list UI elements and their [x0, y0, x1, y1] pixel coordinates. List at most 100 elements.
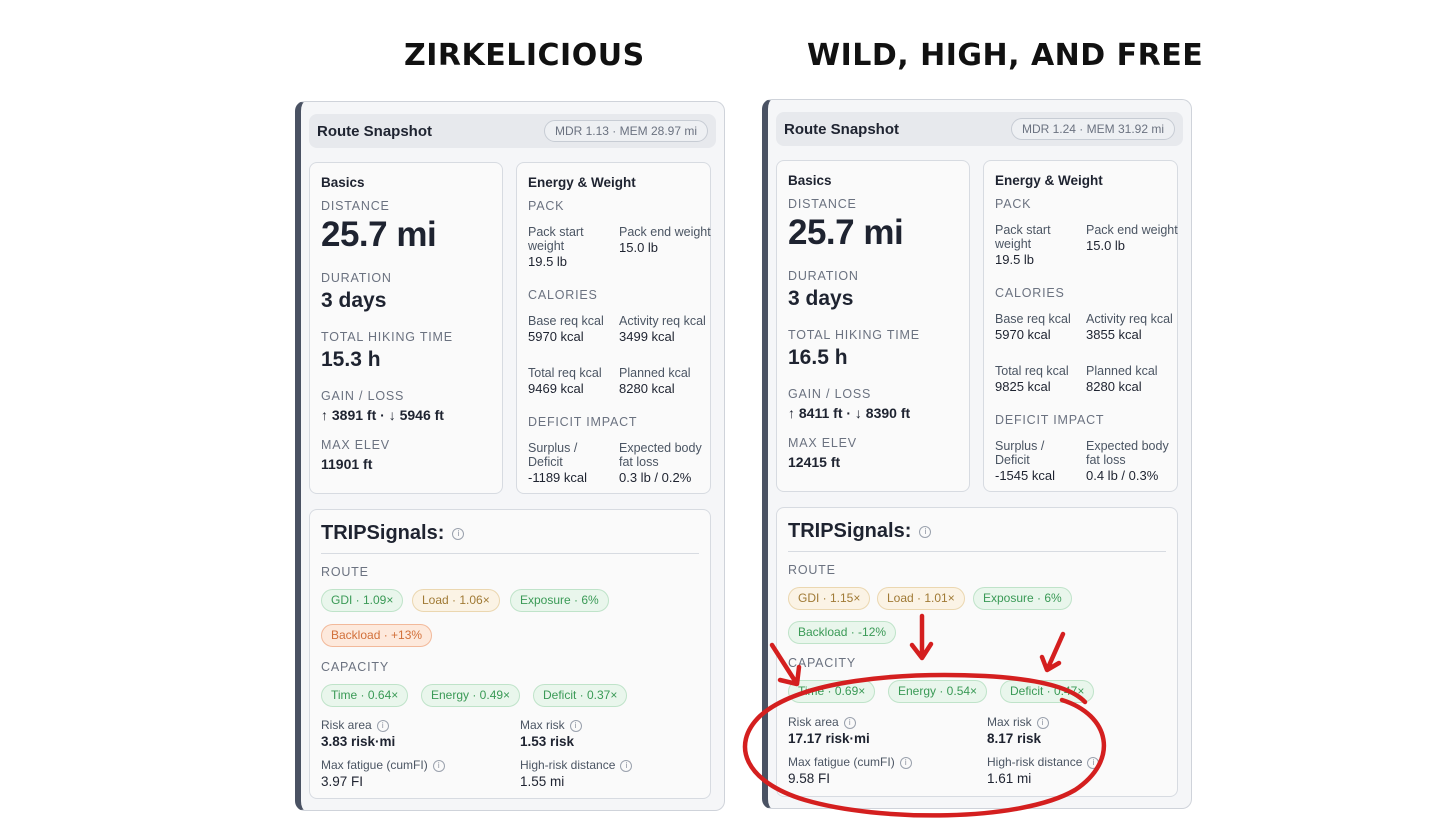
pack-start-item: Pack start weight 19.5 lb — [995, 223, 1087, 267]
fat-loss-label: Expected body fat loss — [619, 441, 702, 469]
max-risk-value: 1.53 risk — [520, 734, 575, 749]
pack-label: PACK — [528, 199, 565, 213]
info-icon[interactable]: i — [843, 717, 856, 729]
red-annotation-overlay — [742, 613, 1107, 818]
pack-end-item: Pack end weight 15.0 lb — [1086, 223, 1178, 253]
snapshot-title: Route Snapshot — [784, 121, 899, 138]
fat-loss-item: Expected body fat loss 0.3 lb / 0.2% — [619, 441, 711, 485]
max-elev-label: MAX ELEV — [788, 436, 857, 450]
chip-load: Load · 1.01× — [877, 587, 965, 610]
total-req-item: Total req kcal 9469 kcal — [528, 366, 620, 396]
info-icon[interactable]: i — [569, 720, 582, 732]
total-req-item: Total req kcal 9825 kcal — [995, 364, 1087, 394]
chip-exposure: Exposure · 6% — [510, 589, 609, 612]
info-icon[interactable]: i — [1036, 717, 1049, 729]
surplus-item: Surplus / Deficit -1545 kcal — [995, 439, 1075, 483]
mdr-mem-badge: MDR 1.24 · MEM 31.92 mi — [1010, 118, 1175, 140]
capacity-label: CAPACITY — [321, 660, 389, 674]
hiking-time-value: 15.3 h — [321, 348, 381, 371]
gain-loss-label: GAIN / LOSS — [788, 387, 872, 401]
fat-loss-value: 0.4 lb / 0.3% — [1086, 468, 1159, 483]
base-req-value: 5970 kcal — [528, 329, 584, 344]
total-req-value: 9469 kcal — [528, 381, 584, 396]
chip-deficit: Deficit · 0.47× — [1000, 680, 1095, 703]
chip-energy: Energy · 0.54× — [888, 680, 988, 703]
base-req-item: Base req kcal 5970 kcal — [528, 314, 620, 344]
fat-loss-label: Expected body fat loss — [1086, 439, 1169, 467]
max-fatigue-label: Max fatigue (cumFI) — [788, 755, 895, 769]
planned-item: Planned kcal 8280 kcal — [619, 366, 711, 396]
chip-gdi: GDI · 1.09× — [321, 589, 404, 612]
high-risk-value: 1.61 mi — [987, 771, 1032, 786]
tripsignals-title-text: TRIPSignals: — [321, 522, 445, 544]
divider — [321, 553, 699, 554]
risk-area-label: Risk area — [788, 715, 839, 729]
planned-value: 8280 kcal — [1086, 379, 1142, 394]
energy-title: Energy & Weight — [528, 175, 636, 190]
basics-title: Basics — [321, 175, 365, 190]
route-label: ROUTE — [788, 563, 836, 577]
info-icon[interactable]: i — [919, 526, 932, 538]
info-icon[interactable]: i — [376, 720, 389, 732]
calories-label: CALORIES — [995, 286, 1065, 300]
max-fatigue-value: 3.97 FI — [321, 774, 364, 789]
chip-load: Load · 1.06× — [412, 589, 500, 612]
pack-start-item: Pack start weight 19.5 lb — [528, 225, 620, 269]
max-fatigue-value: 9.58 FI — [788, 771, 831, 786]
risk-area-stat: Risk area i 3.83 risk·mi — [321, 718, 395, 749]
info-icon[interactable]: i — [452, 528, 465, 540]
surplus-label: Surplus / Deficit — [995, 439, 1045, 467]
fat-loss-item: Expected body fat loss 0.4 lb / 0.3% — [1086, 439, 1178, 483]
chip-time: Time · 0.69× — [788, 680, 876, 703]
capacity-label: CAPACITY — [788, 656, 856, 670]
total-req-label: Total req kcal — [995, 364, 1069, 378]
activity-req-value: 3499 kcal — [619, 329, 675, 344]
activity-req-label: Activity req kcal — [619, 314, 706, 328]
activity-req-label: Activity req kcal — [1086, 312, 1173, 326]
max-elev-label: MAX ELEV — [321, 438, 390, 452]
chip-gdi: GDI · 1.15× — [788, 587, 871, 610]
risk-area-value: 3.83 risk·mi — [321, 734, 396, 749]
total-req-value: 9825 kcal — [995, 379, 1051, 394]
pack-start-label: Pack start weight — [528, 225, 584, 253]
basics-card: Basics DISTANCE 25.7 mi DURATION 3 days … — [309, 162, 503, 494]
deficit-impact-label: DEFICIT IMPACT — [995, 413, 1105, 427]
calories-label: CALORIES — [528, 288, 598, 302]
pack-end-label: Pack end weight — [619, 225, 711, 239]
divider — [788, 551, 1166, 552]
activity-req-item: Activity req kcal 3855 kcal — [1086, 312, 1178, 342]
duration-value: 3 days — [321, 289, 387, 312]
info-icon[interactable]: i — [899, 757, 912, 769]
high-risk-label: High-risk distance — [520, 758, 616, 772]
chip-deficit: Deficit · 0.37× — [533, 684, 628, 707]
total-req-label: Total req kcal — [528, 366, 602, 380]
chip-time: Time · 0.64× — [321, 684, 409, 707]
max-risk-label: Max risk — [987, 715, 1032, 729]
info-icon[interactable]: i — [620, 760, 633, 772]
base-req-item: Base req kcal 5970 kcal — [995, 312, 1087, 342]
max-risk-stat: Max risk i 8.17 risk — [987, 715, 1049, 746]
distance-label: DISTANCE — [788, 197, 857, 211]
pack-start-label: Pack start weight — [995, 223, 1051, 251]
risk-area-value: 17.17 risk·mi — [788, 731, 870, 746]
risk-area-label: Risk area — [321, 718, 372, 732]
activity-req-item: Activity req kcal 3499 kcal — [619, 314, 711, 344]
planned-item: Planned kcal 8280 kcal — [1086, 364, 1178, 394]
distance-value: 25.7 mi — [788, 213, 904, 252]
max-fatigue-stat: Max fatigue (cumFI) i 3.97 FI — [321, 758, 445, 789]
mdr-mem-badge: MDR 1.13 · MEM 28.97 mi — [543, 120, 708, 142]
tripsignals-title-text: TRIPSignals: — [788, 520, 912, 542]
surplus-label: Surplus / Deficit — [528, 441, 578, 469]
info-icon[interactable]: i — [432, 760, 445, 772]
duration-label: DURATION — [321, 271, 392, 285]
chip-backload: Backload · +13% — [321, 624, 433, 647]
hiking-time-label: TOTAL HIKING TIME — [788, 328, 920, 342]
pack-end-value: 15.0 lb — [619, 240, 659, 255]
hiking-time-value: 16.5 h — [788, 346, 848, 369]
pack-label: PACK — [995, 197, 1032, 211]
info-icon[interactable]: i — [1087, 757, 1100, 769]
route-snapshot-panel-left: Route Snapshot MDR 1.13 · MEM 28.97 mi B… — [295, 101, 725, 811]
surplus-item: Surplus / Deficit -1189 kcal — [528, 441, 608, 485]
surplus-value: -1189 kcal — [528, 470, 588, 485]
energy-weight-card: Energy & Weight PACK Pack start weight 1… — [983, 160, 1178, 492]
